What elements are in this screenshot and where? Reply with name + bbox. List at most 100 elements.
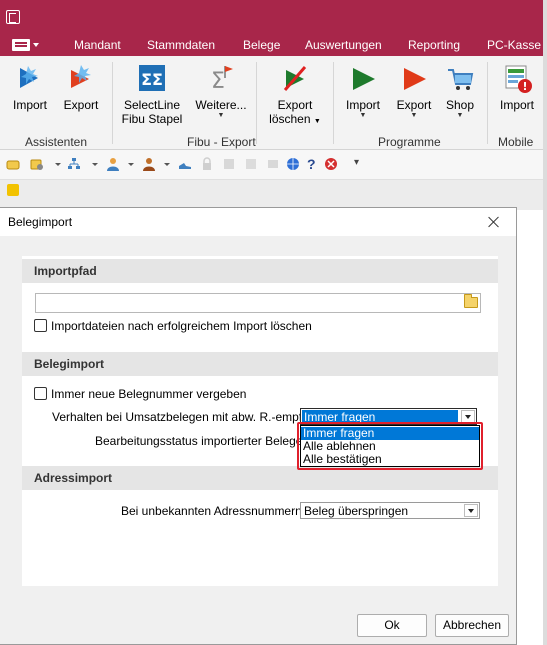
unknown-address-value: Beleg überspringen [304, 504, 409, 518]
user-group-icon[interactable] [142, 157, 156, 171]
button-label-line2: Fibu Stapel [121, 112, 183, 126]
mobile-import-warning-icon: ! [501, 62, 533, 94]
section-title: Belegimport [34, 357, 105, 371]
dialog-content-panel: Importpfad Importdateien nach erfolgreic… [22, 256, 498, 586]
svg-text:Σ: Σ [211, 69, 225, 94]
ribbon-separator [487, 62, 488, 144]
cloud-folder-icon[interactable] [6, 157, 20, 171]
shoe-icon[interactable] [178, 157, 192, 171]
chevron-down-icon [33, 43, 39, 47]
weitere-button[interactable]: Σ Weitere... ▼ [194, 62, 248, 120]
button-label-line1: Export [277, 98, 313, 112]
button-label-line2: löschen ▼ [266, 112, 324, 129]
close-app-icon[interactable] [324, 157, 338, 171]
application-menu-button[interactable] [8, 36, 42, 54]
delete-after-import-label: Importdateien nach erfolgreichem Import … [51, 319, 312, 333]
menu-tab-reporting[interactable]: Reporting [408, 38, 460, 52]
export-wizard-icon [65, 62, 97, 94]
green-arrow-icon [347, 62, 379, 94]
menu-tab-auswertungen[interactable]: Auswertungen [305, 38, 382, 52]
unknown-address-label: Bei unbekannten Adressnummern [121, 504, 302, 518]
button-label: Export [63, 98, 99, 112]
chevron-down-icon[interactable] [55, 163, 61, 166]
menu-tab-stammdaten[interactable]: Stammdaten [147, 38, 215, 52]
button-label: Weitere... [195, 98, 247, 112]
umsatz-behavior-label: Verhalten bei Umsatzbelegen mit abw. R.-… [52, 410, 306, 424]
help-icon[interactable]: ? [307, 156, 316, 172]
workspace-item-icon[interactable] [7, 184, 19, 196]
dropdown-arrow-icon: ▼ [410, 112, 418, 119]
section-title: Importpfad [34, 264, 97, 278]
document-icon [12, 39, 30, 51]
umsatz-behavior-value: Immer fragen [302, 410, 458, 424]
export-delete-icon [279, 62, 311, 94]
hierarchy-icon[interactable] [67, 157, 81, 171]
section-header-belegimport: Belegimport [22, 352, 498, 376]
globe-icon[interactable] [286, 157, 300, 171]
dropdown-arrow-icon: ▼ [313, 118, 321, 125]
mobile-import-button[interactable]: ! Import [494, 62, 540, 112]
ribbon: Import Export Assistenten ΣΣ SelectLine … [0, 56, 547, 150]
menu-tab-mandant[interactable]: Mandant [74, 38, 121, 52]
workspace-background [0, 180, 547, 210]
shop-button[interactable]: Shop ▼ [442, 62, 478, 120]
button-label: Import [345, 98, 380, 112]
programme-import-button[interactable]: Import ▼ [340, 62, 386, 120]
dropdown-arrow-icon: ▼ [217, 112, 225, 119]
chevron-down-icon[interactable] [164, 163, 170, 166]
section-header-adressimport: Adressimport [22, 466, 498, 490]
mail-icon [268, 160, 278, 168]
dialog-title: Belegimport [8, 215, 73, 229]
unknown-address-select[interactable]: Beleg überspringen [300, 502, 480, 519]
dialog-titlebar: Belegimport [0, 208, 516, 236]
button-label: Export [396, 98, 432, 112]
option-alle-bestaetigen[interactable]: Alle bestätigen [301, 453, 479, 466]
section-header-importpfad: Importpfad [22, 259, 498, 283]
export-loeschen-button[interactable]: Export löschen ▼ [266, 62, 324, 129]
menu-tab-pc-kasse[interactable]: PC-Kasse [487, 38, 541, 52]
programme-export-button[interactable]: Export ▼ [392, 62, 436, 120]
chevron-down-icon[interactable] [461, 410, 475, 423]
button-label-line1: SelectLine [123, 98, 181, 112]
import-path-input[interactable] [35, 293, 481, 313]
window-edge [543, 0, 547, 645]
ribbon-separator [256, 62, 257, 144]
group-label-programme: Programme [378, 135, 441, 149]
chevron-down-icon[interactable] [128, 163, 134, 166]
folder-browse-icon[interactable] [464, 294, 478, 308]
user-icon[interactable] [106, 157, 120, 171]
button-label: Import [499, 98, 534, 112]
new-number-checkbox[interactable] [34, 387, 47, 400]
cancel-button[interactable]: Abbrechen [435, 614, 509, 637]
app-logo-icon [6, 10, 20, 24]
menu-tab-belege[interactable]: Belege [243, 38, 280, 52]
chevron-down-icon[interactable] [464, 504, 478, 517]
section-title: Adressimport [34, 471, 113, 485]
assistent-import-button[interactable]: Import [10, 62, 50, 112]
button-label: Shop [445, 98, 475, 112]
button-label: Import [12, 98, 47, 112]
dropdown-arrow-icon: ▼ [456, 112, 464, 119]
ribbon-separator [112, 62, 113, 144]
umsatz-behavior-select[interactable]: Immer fragen [300, 408, 477, 425]
chevron-down-icon[interactable] [92, 163, 98, 166]
customize-toolbar-icon[interactable]: ▾ [354, 157, 359, 171]
button-label-line2-text: löschen [269, 112, 311, 126]
sigma-flag-icon: Σ [205, 62, 237, 94]
shopping-cart-icon [444, 62, 476, 94]
group-label-assistenten: Assistenten [25, 135, 88, 149]
umsatz-behavior-options-list: Immer fragen Alle ablehnen Alle bestätig… [300, 425, 480, 467]
folder-gear-icon[interactable] [30, 157, 44, 171]
lock-icon [203, 157, 211, 170]
ok-button[interactable]: Ok [357, 614, 427, 637]
processing-status-label: Bearbeitungsstatus importierter Belege [95, 434, 303, 448]
group-label-fibu-export: Fibu - Export [187, 135, 256, 149]
svg-text:ΣΣ: ΣΣ [141, 70, 163, 89]
app-titlebar [0, 0, 547, 34]
selectline-fibu-stapel-button[interactable]: ΣΣ SelectLine Fibu Stapel [120, 62, 184, 126]
import-wizard-icon [14, 62, 46, 94]
delete-after-import-checkbox[interactable] [34, 319, 47, 332]
assistent-export-button[interactable]: Export [60, 62, 102, 112]
menu-bar: Mandant Stammdaten Belege Auswertungen R… [0, 34, 547, 56]
close-icon[interactable] [486, 214, 502, 230]
